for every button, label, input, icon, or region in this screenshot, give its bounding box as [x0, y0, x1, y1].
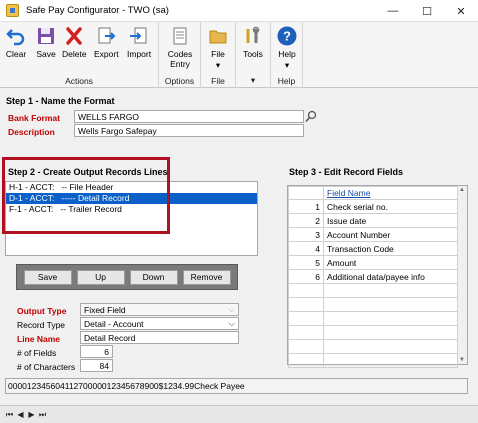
- record-buttons-bar: Save Up Down Remove: [16, 264, 238, 290]
- num-characters-label: # of Characters: [17, 362, 76, 372]
- num-fields-label: # of Fields: [17, 348, 57, 358]
- app-icon: [6, 4, 19, 17]
- table-row-empty[interactable]: [288, 297, 458, 312]
- ribbon-group-label-actions: Actions: [65, 76, 93, 86]
- import-button[interactable]: Import: [127, 24, 151, 59]
- num-fields-value: 6: [80, 345, 113, 358]
- import-icon: [127, 24, 151, 48]
- ribbon-group-label-help: Help: [277, 76, 296, 86]
- folder-icon: [206, 24, 230, 48]
- table-row-empty[interactable]: [288, 339, 458, 354]
- table-row-empty[interactable]: [288, 353, 458, 368]
- table-row-empty[interactable]: [288, 283, 458, 298]
- navigation-bar: ⏮ ◀ ▶ ⏭: [0, 405, 478, 423]
- field-name-column-header[interactable]: Field Name: [323, 186, 458, 200]
- last-record-icon[interactable]: ⏭: [37, 409, 48, 421]
- maximize-button[interactable]: ☐: [410, 0, 444, 22]
- ribbon: Clear Save Delete Export Import Actions …: [0, 22, 478, 88]
- table-row[interactable]: 1 Check serial no.: [288, 199, 458, 214]
- move-up-button[interactable]: Up: [76, 269, 125, 285]
- grid-scrollbar[interactable]: ▲ ▼: [457, 186, 467, 364]
- record-lines-list[interactable]: H-1 - ACCT: -- File Header D-1 - ACCT: -…: [5, 181, 258, 256]
- scroll-down-icon[interactable]: ▼: [459, 357, 465, 363]
- step3-heading: Step 3 - Edit Record Fields: [289, 167, 404, 177]
- bank-format-label: Bank Format: [8, 113, 60, 123]
- ribbon-group-actions: Clear Save Delete Export Import Actions: [0, 22, 159, 88]
- codes-document-icon: [168, 24, 192, 48]
- first-record-icon[interactable]: ⏮: [4, 409, 15, 421]
- close-button[interactable]: ✕: [444, 0, 478, 22]
- output-type-select[interactable]: Fixed Field ⌵: [80, 303, 239, 316]
- wrench-screwdriver-icon: [241, 24, 265, 48]
- window-title: Safe Pay Configurator - TWO (sa): [26, 5, 169, 16]
- ribbon-group-label-options: Options: [164, 76, 195, 86]
- table-row[interactable]: 5 Amount: [288, 255, 458, 270]
- bank-format-input[interactable]: WELLS FARGO: [74, 110, 304, 123]
- output-type-label: Output Type: [17, 306, 67, 316]
- svg-text:?: ?: [283, 29, 291, 44]
- step1-heading: Step 1 - Name the Format: [6, 96, 115, 106]
- file-button[interactable]: File ▾: [206, 24, 230, 70]
- move-down-button[interactable]: Down: [129, 269, 178, 285]
- file-dropdown-icon: ▾: [215, 60, 221, 70]
- table-row[interactable]: 4 Transaction Code: [288, 241, 458, 256]
- codes-entry-button[interactable]: Codes Entry: [165, 24, 195, 69]
- record-save-button[interactable]: Save: [23, 269, 72, 285]
- delete-button[interactable]: Delete: [62, 24, 87, 59]
- chevron-down-icon: ⌵: [228, 318, 235, 328]
- ribbon-group-file: File ▾ File: [201, 22, 236, 88]
- line-name-input[interactable]: Detail Record: [80, 331, 239, 344]
- record-type-select[interactable]: Detail - Account ⌵: [80, 317, 239, 330]
- clear-icon: [4, 24, 28, 48]
- help-dropdown-icon: ▾: [284, 60, 290, 70]
- table-row[interactable]: 3 Account Number: [288, 227, 458, 242]
- record-line-detail[interactable]: D-1 - ACCT: ----- Detail Record: [6, 193, 257, 204]
- minimize-button[interactable]: —: [376, 0, 410, 22]
- tools-dropdown-icon: ▾: [250, 75, 256, 85]
- table-row-empty[interactable]: [288, 325, 458, 340]
- save-button[interactable]: Save: [34, 24, 58, 59]
- chevron-down-icon: ⌵: [228, 304, 235, 314]
- next-record-icon[interactable]: ▶: [26, 409, 37, 421]
- num-characters-value: 84: [80, 359, 113, 372]
- description-input[interactable]: Wells Fargo Safepay: [74, 124, 304, 137]
- description-label: Description: [8, 127, 55, 137]
- ribbon-group-help: ? Help ▾ Help: [271, 22, 303, 88]
- record-preview: 00001234560411270000012345678900$1234.99…: [5, 378, 468, 394]
- record-fields-grid[interactable]: Field Name 1 Check serial no. 2 Issue date…: [287, 185, 468, 368]
- record-type-label: Record Type: [17, 320, 66, 330]
- tools-button[interactable]: Tools: [241, 24, 265, 59]
- table-row[interactable]: 2 Issue date: [288, 213, 458, 228]
- line-name-label: Line Name: [17, 334, 60, 344]
- export-icon: [94, 24, 118, 48]
- table-row-empty[interactable]: [288, 311, 458, 326]
- clear-button[interactable]: Clear: [4, 24, 28, 59]
- record-line-trailer[interactable]: F-1 - ACCT: -- Trailer Record: [6, 204, 257, 215]
- export-button[interactable]: Export: [94, 24, 119, 59]
- help-button[interactable]: ? Help ▾: [275, 24, 299, 70]
- floppy-disk-icon: [34, 24, 58, 48]
- ribbon-group-options: Codes Entry Options: [159, 22, 201, 88]
- help-icon: ?: [275, 24, 299, 48]
- ribbon-group-tools: Tools ▾: [236, 22, 271, 88]
- ribbon-group-label-file: File: [211, 76, 225, 86]
- title-bar: Safe Pay Configurator - TWO (sa) — ☐ ✕: [0, 0, 478, 22]
- scroll-up-icon[interactable]: ▲: [459, 187, 465, 193]
- table-row[interactable]: 6 Additional data/payee info: [288, 269, 458, 284]
- previous-record-icon[interactable]: ◀: [15, 409, 26, 421]
- record-line-header[interactable]: H-1 - ACCT: -- File Header: [6, 182, 257, 193]
- remove-button[interactable]: Remove: [182, 269, 231, 285]
- delete-x-icon: [62, 24, 86, 48]
- lookup-icon[interactable]: [305, 110, 317, 123]
- step2-heading: Step 2 - Create Output Records Lines: [8, 167, 168, 177]
